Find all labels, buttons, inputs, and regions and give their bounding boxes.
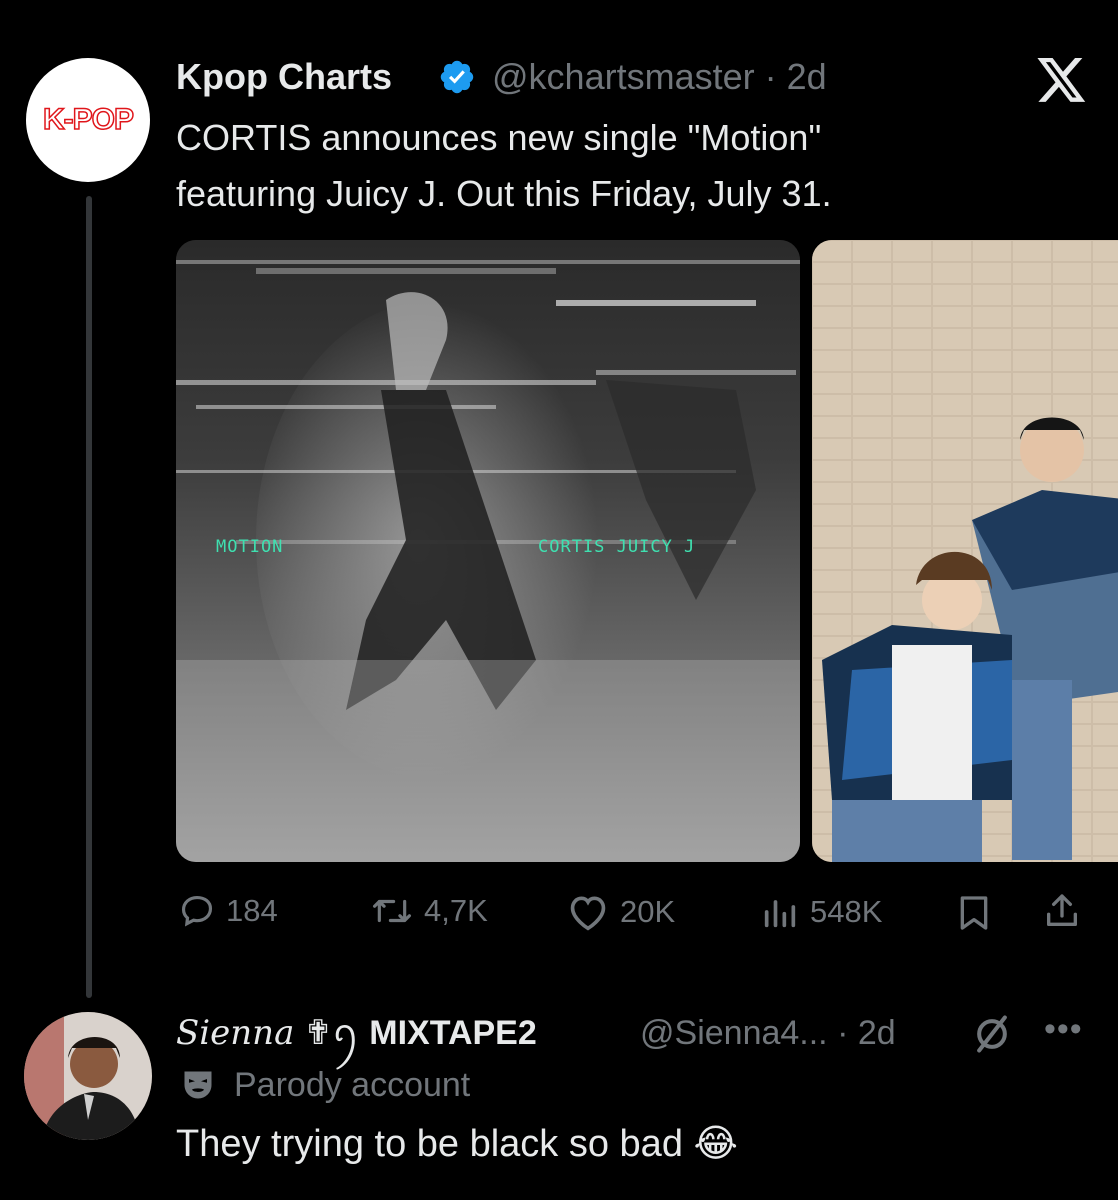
laughing-emoji-icon: 😂 <box>693 1121 738 1165</box>
views-button[interactable]: 548K <box>760 892 882 932</box>
parody-account-label: Parody account <box>234 1066 471 1104</box>
photo-image[interactable] <box>812 240 1118 862</box>
share-icon[interactable] <box>1042 890 1082 932</box>
x-logo-icon[interactable] <box>1036 58 1088 104</box>
repost-icon <box>373 899 411 923</box>
kpop-logo-text: K-POP <box>42 102 135 137</box>
street-photo-art <box>812 240 1118 862</box>
like-icon <box>570 896 606 931</box>
cover-title-text: MOTION <box>216 537 283 557</box>
reply-avatar-art <box>24 1012 152 1140</box>
reply-name-symbols: ✟ꪆ <box>303 1014 360 1052</box>
reply-author-avatar[interactable] <box>24 1012 152 1140</box>
author-avatar[interactable]: K-POP <box>26 58 150 182</box>
views-icon <box>764 900 796 928</box>
repost-count: 4,7K <box>424 893 488 928</box>
reply-icon <box>181 895 213 927</box>
tweet-text: CORTIS announces new single "Motion" fea… <box>176 110 1076 222</box>
thread-line <box>86 196 92 998</box>
tweet-text-line: featuring Juicy J. Out this Friday, July… <box>176 173 832 214</box>
kpop-logo: K-POP <box>26 102 150 138</box>
tweet-text-line: CORTIS announces new single "Motion" <box>176 117 822 158</box>
album-cover-art: MOTION CORTIS JUICY J <box>176 240 800 862</box>
repost-button[interactable]: 4,7K <box>370 892 488 930</box>
reply-text-body: They trying to be black so bad <box>176 1123 683 1165</box>
more-icon[interactable]: ••• <box>1044 1010 1083 1049</box>
album-cover-image[interactable]: MOTION CORTIS JUICY J <box>176 240 800 862</box>
reply-text: They trying to be black so bad 😂 <box>176 1120 738 1167</box>
reply-author-name[interactable]: Sienna ✟ꪆ MIXTAPE2 <box>176 1012 537 1054</box>
reply-handle-time[interactable]: @Sienna4... · 2d <box>640 1012 896 1054</box>
verified-icon <box>440 60 474 94</box>
reply-name-script: Sienna <box>176 1013 295 1053</box>
reply-button[interactable]: 184 <box>178 892 278 930</box>
cover-artist-text: CORTIS JUICY J <box>538 537 695 557</box>
muted-icon <box>977 1015 1007 1053</box>
views-count: 548K <box>810 894 883 929</box>
author-name[interactable]: Kpop Charts <box>176 56 392 98</box>
like-button[interactable]: 20K <box>566 892 675 932</box>
bookmark-icon[interactable] <box>954 893 994 933</box>
reply-name-bold: MIXTAPE2 <box>369 1014 537 1052</box>
reply-count: 184 <box>226 893 278 928</box>
like-count: 20K <box>620 894 676 929</box>
parody-mask-icon <box>184 1071 212 1099</box>
author-handle-time[interactable]: @kchartsmaster · 2d <box>492 56 827 98</box>
